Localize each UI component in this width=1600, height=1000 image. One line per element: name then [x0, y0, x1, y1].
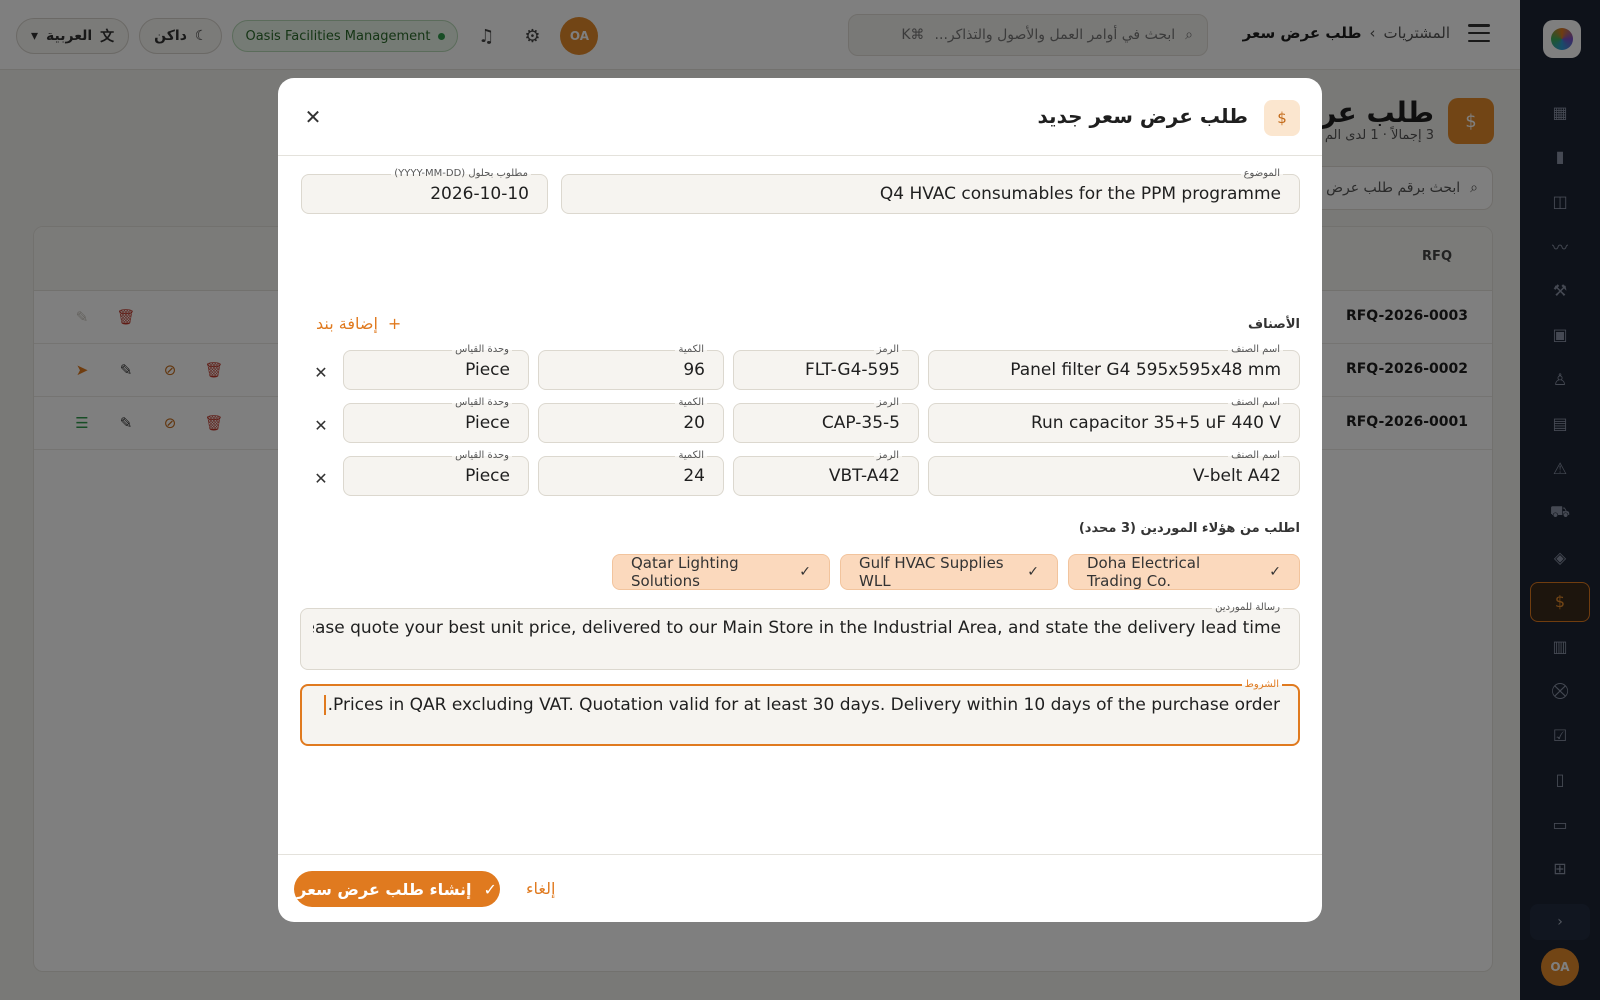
invoice-icon: $ [1264, 100, 1300, 136]
new-rfq-dialog: $ طلب عرض سعر جديد ✕ الموضوع Q4 HVAC con… [278, 78, 1322, 922]
item-name-field[interactable]: اسم الصنف V-belt A42 [928, 450, 1300, 496]
item-uom-value: Piece [465, 413, 510, 433]
subject-field[interactable]: الموضوع Q4 HVAC consumables for the PPM … [561, 168, 1300, 214]
remove-item-button[interactable]: ✕ [310, 361, 332, 383]
supplier-name: Gulf HVAC Supplies WLL [859, 554, 1004, 590]
cancel-button[interactable]: إلغاء [526, 879, 555, 898]
supplier-message-value: Please quote your best unit price, deliv… [313, 618, 1281, 638]
remove-item-button[interactable]: ✕ [310, 414, 332, 436]
item-code-label: الرمز [873, 344, 902, 356]
dialog-header: $ طلب عرض سعر جديد ✕ [278, 78, 1322, 156]
item-uom-field[interactable]: وحدة القياس Piece [343, 397, 529, 443]
item-qty-label: الكمية [675, 450, 707, 462]
item-name-field[interactable]: اسم الصنف Run capacitor 35+5 uF 440 V [928, 397, 1300, 443]
item-uom-label: وحدة القياس [452, 344, 512, 356]
supplier-name: Qatar Lighting Solutions [631, 554, 739, 590]
item-name-value: V-belt A42 [1192, 466, 1281, 486]
items-section-label: الأصناف [1248, 317, 1300, 332]
close-icon: ✕ [314, 468, 328, 488]
due-date-label: مطلوب بحلول (YYYY-MM-DD) [391, 168, 531, 180]
create-rfq-label: إنشاء طلب عرض سعر [297, 879, 472, 899]
item-name-label: اسم الصنف [1228, 397, 1283, 409]
create-rfq-button[interactable]: ✓ إنشاء طلب عرض سعر [294, 871, 500, 907]
item-qty-value: 96 [683, 360, 705, 380]
supplier-chip[interactable]: ✓ Gulf HVAC Supplies WLL [840, 554, 1058, 590]
subject-value: Q4 HVAC consumables for the PPM programm… [879, 184, 1281, 204]
dialog-footer: إلغاء ✓ إنشاء طلب عرض سعر [278, 854, 1322, 922]
item-code-label: الرمز [873, 397, 902, 409]
close-button[interactable]: ✕ [300, 104, 326, 130]
item-code-field[interactable]: الرمز FLT-G4-595 [733, 344, 919, 390]
terms-value: Prices in QAR excluding VAT. Quotation v… [314, 695, 1280, 715]
item-name-label: اسم الصنف [1228, 450, 1283, 462]
suppliers-count: (3 محدد) [1078, 521, 1136, 536]
supplier-chip[interactable]: ✓ Qatar Lighting Solutions [612, 554, 830, 590]
item-qty-label: الكمية [675, 397, 707, 409]
item-qty-field[interactable]: الكمية 20 [538, 397, 724, 443]
supplier-message-field[interactable]: رسالة للموردين Please quote your best un… [300, 602, 1300, 670]
terms-label: الشروط [1241, 679, 1282, 691]
item-code-label: الرمز [873, 450, 902, 462]
close-icon: ✕ [314, 362, 328, 382]
check-icon: ✓ [1027, 564, 1039, 580]
suppliers-section-label: اطلب من هؤلاء الموردين (3 محدد) [1079, 521, 1300, 536]
add-item-button[interactable]: + إضافة بند [316, 314, 401, 333]
dialog-title: طلب عرض سعر جديد [1037, 104, 1249, 128]
item-name-field[interactable]: اسم الصنف Panel filter G4 595x595x48 mm [928, 344, 1300, 390]
item-qty-field[interactable]: الكمية 24 [538, 450, 724, 496]
item-code-value: VBT-A42 [828, 466, 900, 486]
item-code-value: CAP-35-5 [821, 413, 900, 433]
remove-item-button[interactable]: ✕ [310, 467, 332, 489]
check-icon: ✓ [483, 879, 497, 899]
item-uom-value: Piece [465, 360, 510, 380]
item-uom-label: وحدة القياس [452, 450, 512, 462]
subject-label: الموضوع [1240, 168, 1283, 180]
supplier-message-label: رسالة للموردين [1212, 602, 1283, 614]
terms-text: Prices in QAR excluding VAT. Quotation v… [327, 695, 1280, 715]
item-qty-value: 24 [683, 466, 705, 486]
item-qty-label: الكمية [675, 344, 707, 356]
item-code-field[interactable]: الرمز VBT-A42 [733, 450, 919, 496]
item-qty-field[interactable]: الكمية 96 [538, 344, 724, 390]
check-icon: ✓ [1269, 564, 1281, 580]
item-uom-field[interactable]: وحدة القياس Piece [343, 344, 529, 390]
item-name-label: اسم الصنف [1228, 344, 1283, 356]
item-name-value: Run capacitor 35+5 uF 440 V [1030, 413, 1281, 433]
plus-icon: + [387, 314, 402, 333]
dialog-body: الموضوع Q4 HVAC consumables for the PPM … [278, 156, 1322, 854]
item-uom-field[interactable]: وحدة القياس Piece [343, 450, 529, 496]
close-icon: ✕ [304, 105, 322, 129]
check-icon: ✓ [799, 564, 811, 580]
item-code-value: FLT-G4-595 [804, 360, 900, 380]
item-code-field[interactable]: الرمز CAP-35-5 [733, 397, 919, 443]
text-caret [323, 695, 326, 715]
add-item-label: إضافة بند [316, 314, 378, 333]
item-uom-value: Piece [465, 466, 510, 486]
due-date-value: 2026-10-10 [430, 184, 529, 204]
item-uom-label: وحدة القياس [452, 397, 512, 409]
terms-field[interactable]: الشروط Prices in QAR excluding VAT. Quot… [300, 679, 1300, 746]
item-qty-value: 20 [683, 413, 705, 433]
item-name-value: Panel filter G4 595x595x48 mm [1010, 360, 1281, 380]
suppliers-label-text: اطلب من هؤلاء الموردين [1140, 521, 1300, 536]
supplier-name: Doha Electrical Trading Co. [1087, 554, 1201, 590]
supplier-chip[interactable]: ✓ Doha Electrical Trading Co. [1068, 554, 1300, 590]
close-icon: ✕ [314, 415, 328, 435]
due-date-field[interactable]: مطلوب بحلول (YYYY-MM-DD) 2026-10-10 [301, 168, 548, 214]
